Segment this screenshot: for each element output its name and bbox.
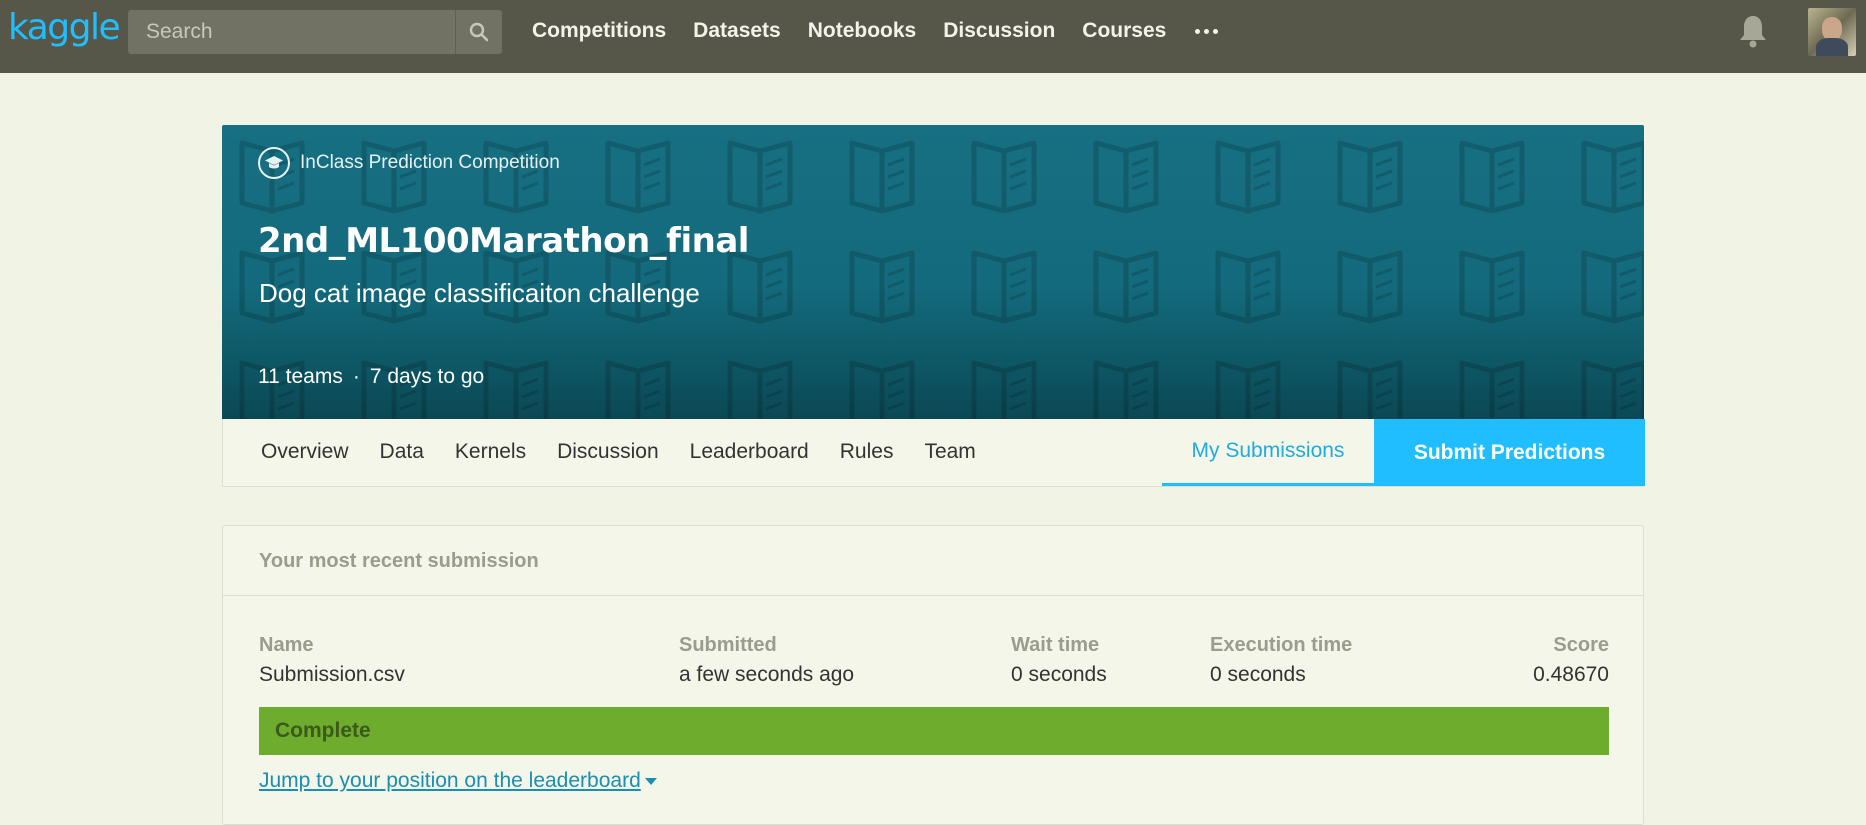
col-score: Score 0.48670 bbox=[1533, 634, 1609, 687]
jump-to-leaderboard-link[interactable]: Jump to your position on the leaderboard bbox=[259, 769, 657, 793]
col-execution-time: Execution time 0 seconds bbox=[1210, 634, 1352, 687]
more-icon[interactable] bbox=[1195, 28, 1219, 34]
search-input[interactable] bbox=[128, 10, 454, 54]
nav-notebooks[interactable]: Notebooks bbox=[808, 19, 917, 43]
search-button[interactable] bbox=[455, 10, 502, 54]
wait-time-label: Wait time bbox=[1011, 634, 1100, 656]
nav-discussion[interactable]: Discussion bbox=[943, 19, 1055, 43]
col-name: Name Submission.csv bbox=[259, 634, 405, 687]
bell-icon[interactable] bbox=[1738, 14, 1768, 53]
execution-time-label: Execution time bbox=[1210, 634, 1353, 656]
tab-team[interactable]: Team bbox=[924, 440, 975, 464]
jump-link-text: Jump to your position on the leaderboard bbox=[259, 769, 641, 792]
status-bar: Complete bbox=[259, 707, 1609, 755]
competition-header: InClass Prediction Competition 2nd_ML100… bbox=[222, 125, 1644, 419]
tab-my-submissions[interactable]: My Submissions bbox=[1162, 419, 1374, 486]
competition-type-label: InClass Prediction Competition bbox=[300, 152, 560, 173]
recent-submission-card: Your most recent submission Name Submiss… bbox=[222, 525, 1644, 825]
execution-time-value: 0 seconds bbox=[1210, 663, 1306, 686]
avatar[interactable] bbox=[1808, 8, 1856, 56]
tab-overview[interactable]: Overview bbox=[261, 440, 349, 464]
col-wait-time: Wait time 0 seconds bbox=[1011, 634, 1107, 687]
caret-down-icon bbox=[644, 777, 657, 785]
competition-subtitle: Dog cat image classificaiton challenge bbox=[259, 278, 700, 308]
tab-discussion[interactable]: Discussion bbox=[557, 440, 659, 464]
search-icon bbox=[469, 22, 489, 42]
submit-predictions-button[interactable]: Submit Predictions bbox=[1374, 419, 1645, 486]
graduation-cap-icon bbox=[258, 147, 290, 179]
teams-count: 11 teams bbox=[258, 365, 343, 388]
score-value: 0.48670 bbox=[1533, 663, 1609, 686]
competition-tabs: Overview Data Kernels Discussion Leaderb… bbox=[222, 419, 1645, 487]
tab-data[interactable]: Data bbox=[380, 440, 424, 464]
col-submitted: Submitted a few seconds ago bbox=[679, 634, 854, 687]
tab-rules[interactable]: Rules bbox=[840, 440, 894, 464]
name-value: Submission.csv bbox=[259, 663, 405, 686]
card-heading: Your most recent submission bbox=[259, 550, 539, 572]
top-navbar: kaggle Competitions Datasets Notebooks D… bbox=[0, 0, 1866, 73]
competition-type: InClass Prediction Competition bbox=[258, 147, 560, 179]
wait-time-value: 0 seconds bbox=[1011, 663, 1107, 686]
search-box[interactable] bbox=[128, 10, 502, 54]
main-nav: Competitions Datasets Notebooks Discussi… bbox=[532, 0, 1219, 62]
tab-leaderboard[interactable]: Leaderboard bbox=[690, 440, 809, 464]
time-remaining: 7 days to go bbox=[369, 365, 485, 388]
competition-title: 2nd_ML100Marathon_final bbox=[258, 221, 749, 261]
score-label: Score bbox=[1553, 634, 1609, 656]
submitted-label: Submitted bbox=[679, 634, 777, 656]
nav-courses[interactable]: Courses bbox=[1082, 19, 1166, 43]
tab-kernels[interactable]: Kernels bbox=[455, 440, 526, 464]
meta-separator: · bbox=[352, 365, 360, 388]
name-label: Name bbox=[259, 634, 314, 656]
nav-datasets[interactable]: Datasets bbox=[693, 19, 781, 43]
competition-meta: 11 teams · 7 days to go bbox=[258, 365, 484, 389]
submitted-value: a few seconds ago bbox=[679, 663, 855, 686]
card-header: Your most recent submission bbox=[223, 526, 1643, 596]
kaggle-logo[interactable]: kaggle bbox=[8, 8, 121, 48]
nav-competitions[interactable]: Competitions bbox=[532, 19, 666, 43]
